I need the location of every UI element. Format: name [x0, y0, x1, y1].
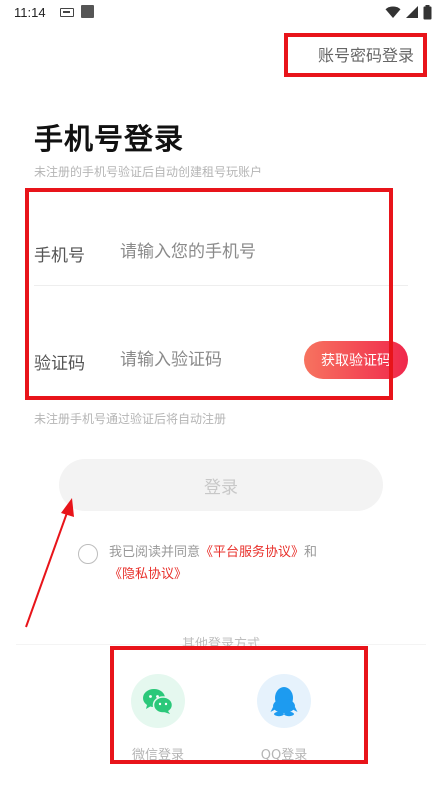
account-password-login-link[interactable]: 账号密码登录 — [318, 42, 414, 66]
wechat-login-button[interactable]: 微信登录 — [113, 674, 203, 763]
phone-label: 手机号 — [34, 246, 85, 266]
other-login-title: 其他登录方式 — [181, 637, 260, 652]
qq-login-circle[interactable] — [257, 674, 311, 728]
wechat-login-label: 微信登录 — [131, 748, 184, 763]
agreement-and: 和 — [304, 545, 318, 560]
status-bar: 11:14 — [0, 0, 442, 26]
status-icons — [385, 4, 432, 20]
code-input[interactable] — [120, 342, 310, 378]
phone-input[interactable] — [120, 234, 310, 270]
get-code-button[interactable]: 获取验证码 — [304, 341, 408, 379]
notification-icon — [60, 8, 74, 17]
qq-icon — [270, 687, 298, 717]
login-button[interactable]: 登录 — [59, 459, 383, 511]
agreement-text: 我已阅读并同意《平台服务协议》和《隐私协议》 — [109, 542, 359, 586]
app-icon — [81, 5, 94, 18]
qq-login-label: QQ登录 — [260, 748, 308, 763]
code-row: 验证码 获取验证码 — [34, 334, 408, 386]
agreement-checkbox[interactable] — [78, 544, 98, 564]
phone-row: 手机号 — [34, 226, 408, 278]
wechat-login-circle[interactable] — [131, 674, 185, 728]
wifi-icon — [385, 6, 401, 18]
signal-icon — [406, 6, 418, 18]
agreement-prefix: 我已阅读并同意 — [109, 545, 201, 560]
battery-icon — [423, 4, 432, 19]
status-time: 11:14 — [14, 5, 46, 20]
page-title: 手机号登录 — [34, 122, 185, 156]
qq-login-button[interactable]: QQ登录 — [239, 674, 329, 763]
code-label: 验证码 — [34, 354, 85, 374]
page-subtitle: 未注册的手机号验证后自动创建租号玩账户 — [34, 165, 263, 179]
wechat-icon — [143, 689, 174, 714]
form-divider — [34, 285, 408, 286]
platform-agreement-link[interactable]: 《平台服务协议》 — [200, 545, 304, 560]
privacy-agreement-link[interactable]: 《隐私协议》 — [109, 567, 187, 582]
register-hint: 未注册手机号通过验证后将自动注册 — [34, 412, 227, 426]
